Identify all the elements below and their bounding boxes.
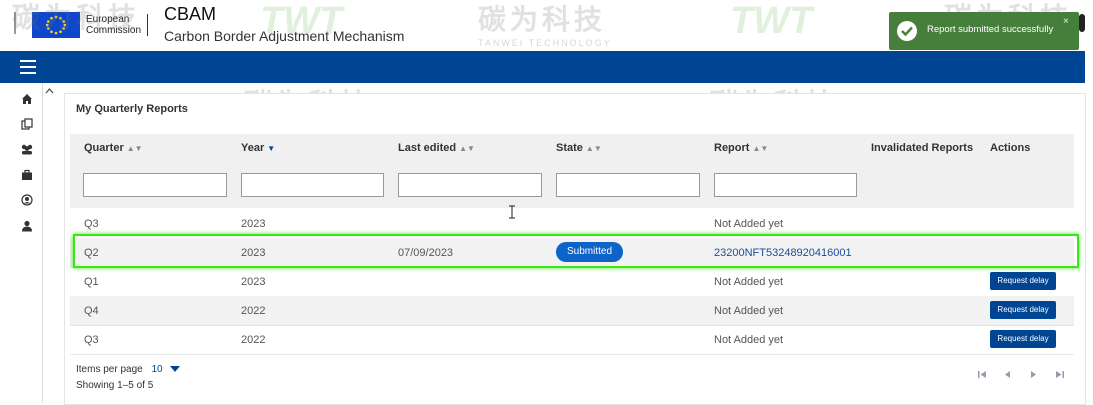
close-icon[interactable]: × bbox=[1063, 16, 1069, 27]
request-delay-button[interactable]: Request delay bbox=[990, 330, 1056, 348]
success-toast: Report submitted successfully × bbox=[889, 12, 1079, 50]
next-page-icon[interactable] bbox=[1030, 370, 1037, 381]
sidebar-collapse-chevron-icon[interactable] bbox=[45, 86, 54, 97]
cell-report: Not Added yet bbox=[714, 276, 784, 288]
col-report-label: Report bbox=[714, 142, 750, 154]
logo-building-icon bbox=[14, 12, 32, 34]
toast-scroll-handle bbox=[1079, 14, 1085, 32]
cell-quarter: Q3 bbox=[84, 218, 99, 230]
check-circle-icon bbox=[897, 21, 917, 41]
row-highlight-box bbox=[73, 234, 1079, 268]
toast-message: Report submitted successfully bbox=[927, 24, 1054, 35]
ec-name-line2: Commission bbox=[86, 25, 142, 36]
quarter-filter-input[interactable] bbox=[83, 173, 227, 197]
cell-year: 2022 bbox=[241, 305, 266, 317]
user-circle-icon[interactable] bbox=[20, 194, 34, 208]
report-filter-input[interactable] bbox=[714, 173, 857, 197]
sort-desc-icon: ▼ bbox=[267, 144, 276, 153]
cell-year: 2022 bbox=[241, 334, 266, 346]
sort-icon: ▲▼ bbox=[126, 144, 143, 153]
table-row bbox=[70, 296, 1074, 326]
prev-page-icon[interactable] bbox=[1004, 370, 1011, 381]
briefcase-icon[interactable] bbox=[20, 169, 34, 183]
ec-logo[interactable]: European Commission bbox=[14, 8, 149, 42]
home-icon[interactable] bbox=[20, 93, 34, 107]
cell-report: Not Added yet bbox=[714, 334, 784, 346]
hamburger-menu-icon[interactable] bbox=[20, 60, 36, 74]
app-subtitle: Carbon Border Adjustment Mechanism bbox=[164, 28, 405, 44]
col-year-header[interactable]: Year ▼ bbox=[241, 142, 275, 154]
showing-count: Showing 1–5 of 5 bbox=[76, 380, 154, 391]
col-report-header[interactable]: Report ▲▼ bbox=[714, 142, 768, 154]
cell-year: 2023 bbox=[241, 218, 266, 230]
col-last-edited-header[interactable]: Last edited ▲▼ bbox=[398, 142, 475, 154]
col-invalidated-header: Invalidated Reports bbox=[871, 142, 974, 154]
col-year-label: Year bbox=[241, 142, 265, 154]
items-per-page: Items per page 10 bbox=[76, 364, 181, 375]
sort-icon: ▲▼ bbox=[459, 144, 475, 153]
sidebar bbox=[0, 83, 43, 403]
col-quarter-header[interactable]: Quarter ▲▼ bbox=[84, 142, 143, 154]
chevron-down-icon[interactable] bbox=[170, 366, 181, 373]
year-filter-input[interactable] bbox=[241, 173, 384, 197]
col-actions-header: Actions bbox=[990, 142, 1031, 154]
sort-icon: ▲▼ bbox=[585, 144, 602, 153]
cell-quarter: Q3 bbox=[84, 334, 99, 346]
card-title: My Quarterly Reports bbox=[76, 103, 188, 115]
sort-icon: ▲▼ bbox=[752, 144, 769, 153]
user-icon[interactable] bbox=[20, 220, 34, 234]
cell-report: Not Added yet bbox=[714, 218, 784, 230]
reports-icon[interactable] bbox=[20, 118, 34, 132]
app-title: CBAM bbox=[164, 4, 217, 24]
users-group-icon[interactable] bbox=[20, 143, 34, 157]
last-page-icon[interactable] bbox=[1055, 370, 1064, 381]
items-per-page-select[interactable]: 10 bbox=[152, 364, 163, 375]
text-cursor-icon bbox=[508, 205, 516, 222]
cell-year: 2023 bbox=[241, 276, 266, 288]
items-per-page-label: Items per page bbox=[76, 364, 143, 375]
col-state-label: State bbox=[556, 142, 583, 154]
eu-flag-icon bbox=[32, 12, 80, 38]
table-row bbox=[70, 267, 1074, 297]
ec-name: European Commission bbox=[86, 14, 149, 36]
col-last-edited-label: Last edited bbox=[398, 142, 457, 154]
col-state-header[interactable]: State ▲▼ bbox=[556, 142, 602, 154]
first-page-icon[interactable] bbox=[978, 370, 987, 381]
request-delay-button[interactable]: Request delay bbox=[990, 301, 1056, 319]
col-quarter-label: Quarter bbox=[84, 142, 124, 154]
cell-report: Not Added yet bbox=[714, 305, 784, 317]
top-navbar bbox=[0, 51, 1085, 83]
state-filter-input[interactable] bbox=[556, 173, 700, 197]
cell-quarter: Q1 bbox=[84, 276, 99, 288]
last-edited-filter-input[interactable] bbox=[398, 173, 542, 197]
request-delay-button[interactable]: Request delay bbox=[990, 272, 1056, 290]
cell-quarter: Q4 bbox=[84, 305, 99, 317]
table-row bbox=[70, 325, 1074, 355]
ec-name-line1: European bbox=[86, 14, 130, 25]
